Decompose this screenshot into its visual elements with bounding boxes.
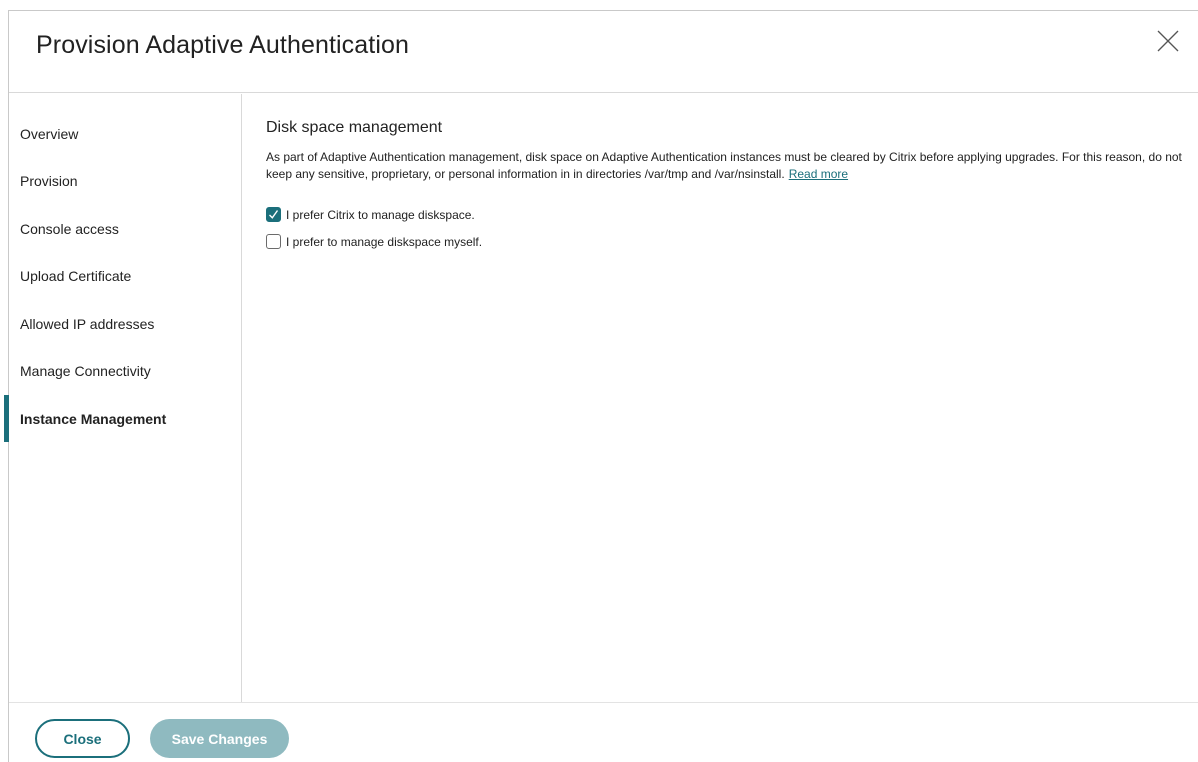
sidebar-item-upload-certificate[interactable]: Upload Certificate: [9, 252, 241, 299]
sidebar-item-label: Instance Management: [20, 410, 167, 427]
active-nav-indicator: [4, 395, 9, 442]
sidebar-item-label: Provision: [20, 172, 78, 189]
sidebar-item-label: Allowed IP addresses: [20, 315, 155, 332]
sidebar-item-label: Upload Certificate: [20, 267, 132, 284]
footer-divider: [9, 702, 1198, 703]
option-self-manage-diskspace[interactable]: I prefer to manage diskspace myself.: [266, 234, 482, 249]
sidebar-item-console-access[interactable]: Console access: [9, 205, 241, 252]
sidebar-item-label: Manage Connectivity: [20, 362, 151, 379]
save-changes-button[interactable]: Save Changes: [150, 719, 289, 758]
sidebar-item-label: Console access: [20, 220, 119, 237]
checkbox-unchecked[interactable]: [266, 234, 281, 249]
sidebar-item-label: Overview: [20, 125, 79, 142]
option-label: I prefer to manage diskspace myself.: [286, 234, 483, 249]
sidebar-item-allowed-ip-addresses[interactable]: Allowed IP addresses: [9, 300, 241, 347]
checkbox-checked[interactable]: [266, 207, 281, 222]
close-icon[interactable]: [1156, 29, 1180, 53]
section-title: Disk space management: [266, 119, 443, 136]
option-label: I prefer Citrix to manage diskspace.: [286, 207, 475, 222]
read-more-link[interactable]: Read more: [789, 167, 848, 181]
sidebar-item-overview[interactable]: Overview: [9, 110, 241, 157]
section-description: As part of Adaptive Authentication manag…: [266, 149, 1184, 183]
close-button[interactable]: Close: [35, 719, 130, 758]
dialog-title: Provision Adaptive Authentication: [36, 31, 409, 59]
sidebar-item-manage-connectivity[interactable]: Manage Connectivity: [9, 347, 241, 394]
dialog-header: Provision Adaptive Authentication: [9, 11, 1198, 93]
main-content: Disk space management As part of Adaptiv…: [266, 94, 1186, 694]
sidebar-item-instance-management[interactable]: Instance Management: [9, 395, 241, 442]
checkmark-icon: [269, 210, 279, 219]
dialog: Provision Adaptive Authentication Overvi…: [0, 0, 1198, 762]
description-text: As part of Adaptive Authentication manag…: [266, 150, 1182, 181]
option-citrix-manage-diskspace[interactable]: I prefer Citrix to manage diskspace.: [266, 207, 475, 222]
sidebar-nav: Overview Provision Console access Upload…: [9, 94, 242, 702]
sidebar-item-provision[interactable]: Provision: [9, 157, 241, 204]
